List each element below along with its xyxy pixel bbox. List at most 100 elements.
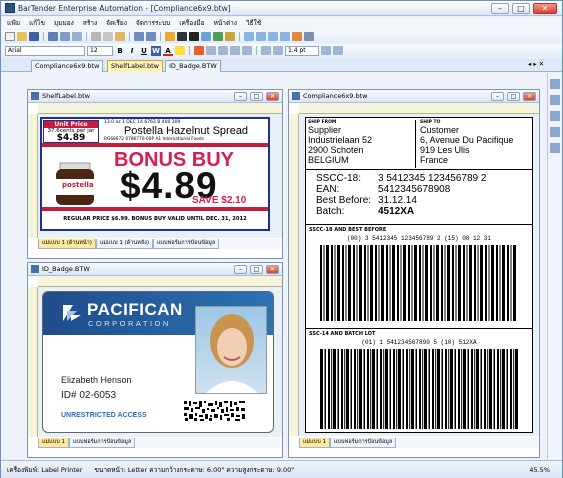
sscc-barcode-section: SSCC-18 AND BEST BEFORE (00) 3 5412345 1… [306, 224, 532, 326]
align-left-icon[interactable] [194, 46, 204, 55]
toolbox-icon[interactable] [550, 95, 560, 105]
fill-icon[interactable] [261, 46, 271, 55]
line-style-icon[interactable] [321, 46, 331, 55]
align-center-icon[interactable] [206, 46, 216, 55]
line-width-select[interactable]: 1.4 pt [285, 45, 319, 56]
undo-icon[interactable] [134, 32, 144, 41]
page-setup-icon[interactable] [72, 32, 82, 41]
toolbox-icon[interactable] [550, 127, 560, 137]
tab-back-template[interactable]: แม่แบบ 1 (ด้านหลัง) [95, 239, 153, 249]
menu-window[interactable]: หน้าต่าง [214, 18, 237, 28]
zoom-level[interactable]: 45.5% [529, 466, 550, 474]
image-icon[interactable] [213, 32, 223, 41]
human-readable-2: (01) 1 541234567890 5 (10) 512XA [361, 339, 477, 346]
line-color-icon[interactable] [273, 46, 283, 55]
design-canvas[interactable]: PACIFICAN CORPORATION Elizabeth Henson I… [38, 287, 282, 437]
barcode-icon[interactable] [189, 32, 199, 41]
toolbox-icon[interactable] [550, 143, 560, 153]
access-level: UNRESTRICTED ACCESS [61, 412, 147, 419]
maximize-button[interactable]: □ [250, 92, 263, 101]
design-canvas[interactable]: Unit Price 37.6cents per jar $4.89 13.0 … [38, 114, 282, 238]
id-badge[interactable]: PACIFICAN CORPORATION Elizabeth Henson I… [42, 291, 274, 433]
menu-arrange[interactable]: จัดเรียง [106, 18, 127, 28]
menu-edit[interactable]: แก้ไข [29, 18, 45, 28]
text-icon[interactable] [177, 32, 187, 41]
grid-icon[interactable] [304, 32, 314, 41]
bold-button[interactable]: B [115, 46, 125, 56]
zoom-in-icon[interactable] [244, 32, 254, 41]
menu-tools[interactable]: เครื่องมือ [179, 18, 204, 28]
tab-template-1[interactable]: แม่แบบ 1 [38, 438, 69, 448]
toolbox-icon[interactable] [550, 79, 560, 89]
highlight-icon[interactable] [175, 46, 185, 55]
menu-administer[interactable]: จัดการระบบ [136, 18, 170, 28]
tab-front-template[interactable]: แม่แบบ 1 (ด้านหน้า) [38, 239, 96, 249]
menu-view[interactable]: มุมมอง [54, 18, 74, 28]
align-right-icon[interactable] [218, 46, 228, 55]
paste-icon[interactable] [115, 32, 125, 41]
font-name-select[interactable]: Arial [5, 45, 85, 56]
word-underline-button[interactable]: W [151, 45, 161, 56]
minimize-button[interactable]: – [491, 3, 509, 14]
tab-template-1[interactable]: แม่แบบ 1 [299, 438, 330, 448]
toolbox-icon[interactable] [550, 111, 560, 121]
minimize-button[interactable]: – [234, 265, 247, 274]
ship-to-line: Customer [420, 125, 460, 135]
justify-icon[interactable] [230, 46, 240, 55]
printer-status[interactable]: เครื่องพิมพ์: Label Printer [7, 465, 82, 475]
compliance-title: Compliance6x9.btw [303, 92, 368, 100]
compliance-window[interactable]: Compliance6x9.btw – □ ✕ SHIP FROM Supplier… [288, 89, 540, 458]
select-icon[interactable] [165, 32, 175, 41]
new-icon[interactable] [5, 32, 15, 41]
status-bar: เครื่องพิมพ์: Label Printer ขนาดหน้า: Le… [1, 460, 562, 478]
maximize-button[interactable]: □ [250, 265, 263, 274]
underline-button[interactable]: U [139, 46, 149, 56]
print-preview-icon[interactable] [60, 32, 70, 41]
window-title: BarTender Enterprise Automation - [Compl… [18, 3, 231, 13]
compliance-label[interactable]: SHIP FROM Supplier Industrielaan 52 2900… [305, 117, 533, 433]
italic-button[interactable]: I [127, 46, 137, 56]
separator [189, 46, 190, 55]
shelf-label[interactable]: Unit Price 37.6cents per jar $4.89 13.0 … [40, 117, 270, 231]
maximize-button[interactable]: □ [507, 92, 520, 101]
tab-id-badge[interactable]: ID_Badge.BTW [165, 60, 221, 72]
cut-icon[interactable] [91, 32, 101, 41]
arrow-style-icon[interactable] [333, 46, 343, 55]
menu-help[interactable]: วิธีใช้ [246, 18, 261, 28]
tab-navigation-controls[interactable]: ◂ ▸ ✕ [528, 60, 544, 68]
sscc-label: SSCC-18: [316, 173, 362, 184]
menu-file[interactable]: แฟ้ม [7, 18, 20, 28]
shape-icon[interactable] [201, 32, 211, 41]
minimize-button[interactable]: – [234, 92, 247, 101]
zoom-fit-icon[interactable] [268, 32, 278, 41]
tab-data-entry-form[interactable]: แบบฟอร์มการป้อนข้อมูล [68, 438, 136, 448]
font-size-select[interactable]: 12 [87, 45, 113, 56]
font-color-button[interactable]: A [163, 46, 173, 56]
close-button[interactable]: ✕ [523, 92, 536, 101]
open-icon[interactable] [17, 32, 27, 41]
minimize-button[interactable]: – [491, 92, 504, 101]
database-icon[interactable] [292, 32, 302, 41]
shelf-label-window[interactable]: ShelfLabel.btw – □ ✕ Unit Price 37.6cents … [27, 89, 283, 259]
menu-create[interactable]: สร้าง [83, 18, 97, 28]
maximize-button[interactable]: □ [512, 3, 530, 14]
save-icon[interactable] [29, 32, 39, 41]
redo-icon[interactable] [146, 32, 156, 41]
id-badge-window[interactable]: ID_Badge.BTW – □ ✕ PACIFICAN CORPORATION E… [27, 262, 283, 458]
line-icon[interactable] [225, 32, 235, 41]
tab-shelflabel[interactable]: ShelfLabel.btw [107, 60, 163, 72]
close-button[interactable]: ✕ [533, 3, 557, 14]
design-canvas[interactable]: SHIP FROM Supplier Industrielaan 52 2900… [299, 114, 539, 436]
print-icon[interactable] [48, 32, 58, 41]
tab-data-entry-form[interactable]: แบบฟอร์มการป้อนข้อมูล [152, 239, 220, 249]
tab-compliance[interactable]: Compliance6x9.btw [31, 60, 104, 72]
copy-icon[interactable] [103, 32, 113, 41]
close-button[interactable]: ✕ [266, 92, 279, 101]
compliance-titlebar: Compliance6x9.btw – □ ✕ [289, 90, 539, 103]
close-button[interactable]: ✕ [266, 265, 279, 274]
zoom-out-icon[interactable] [256, 32, 266, 41]
tab-data-entry-form[interactable]: แบบฟอร์มการป้อนข้อมูล [329, 438, 397, 448]
product-name: Postella Hazelnut Spread [123, 125, 249, 137]
columns-icon[interactable] [242, 46, 252, 55]
zoom-page-icon[interactable] [280, 32, 290, 41]
